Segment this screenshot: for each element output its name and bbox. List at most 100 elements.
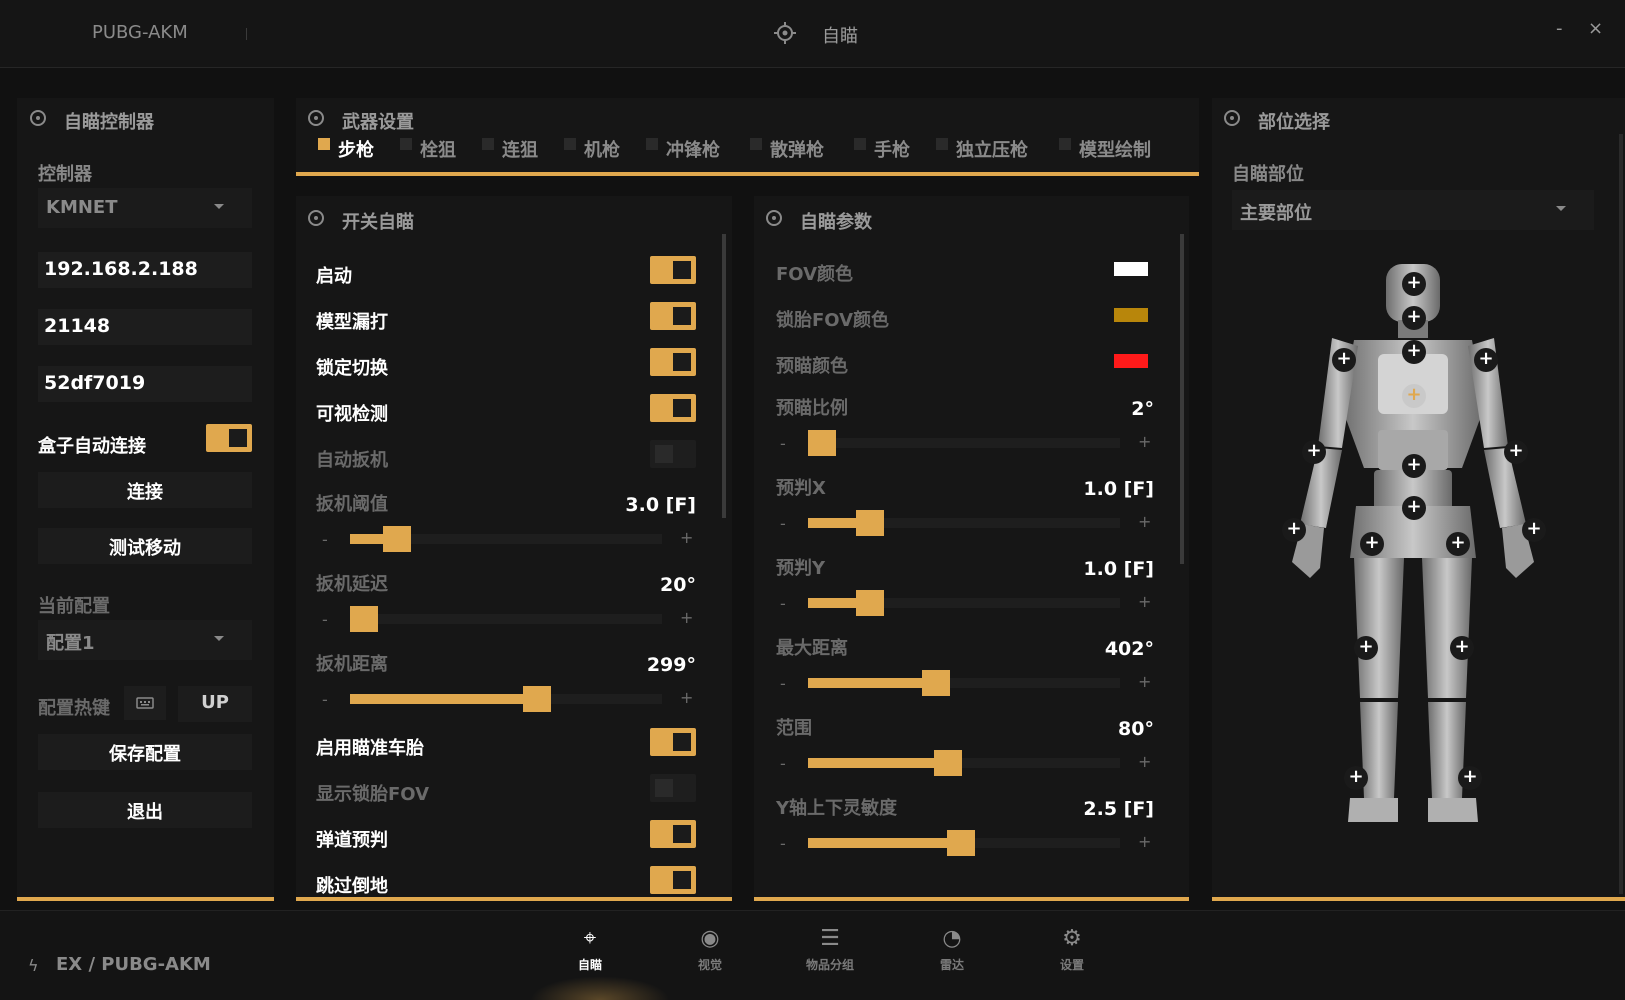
- color-swatch[interactable]: [1114, 308, 1148, 322]
- switch-toggle[interactable]: [650, 302, 696, 330]
- slider-track[interactable]: [350, 526, 662, 552]
- slider-thumb[interactable]: [350, 606, 378, 632]
- slider-track[interactable]: [350, 686, 662, 712]
- hitpoint-right-elbow[interactable]: +: [1504, 440, 1528, 464]
- slider-increment[interactable]: +: [1138, 752, 1151, 771]
- hitpoint-left-foot[interactable]: +: [1344, 766, 1368, 790]
- slider-track[interactable]: [808, 670, 1120, 696]
- slider-track[interactable]: [808, 590, 1120, 616]
- ip-input[interactable]: 192.168.2.188: [38, 252, 252, 288]
- slider-thumb[interactable]: [808, 430, 836, 456]
- slider-decrement[interactable]: -: [780, 754, 786, 773]
- hitpoint-pelvis[interactable]: +: [1402, 496, 1426, 520]
- slider-thumb[interactable]: [922, 670, 950, 696]
- slider-decrement[interactable]: -: [322, 530, 328, 549]
- slider-thumb[interactable]: [856, 510, 884, 536]
- controller-select[interactable]: KMNET: [38, 188, 252, 228]
- slider-decrement[interactable]: -: [780, 434, 786, 453]
- slider-track[interactable]: [808, 510, 1120, 536]
- switch-toggle[interactable]: [650, 348, 696, 376]
- slider-increment[interactable]: +: [1138, 832, 1151, 851]
- nav-item[interactable]: ⚙ 设置: [1027, 926, 1117, 973]
- slider-fill: [350, 694, 537, 704]
- hitpoint-head-top[interactable]: +: [1402, 272, 1426, 296]
- switches-scrollbar[interactable]: [722, 234, 726, 518]
- hotkey-picker[interactable]: [124, 686, 166, 720]
- switch-toggle[interactable]: [650, 394, 696, 422]
- nav-item[interactable]: ◉ 视觉: [665, 926, 755, 973]
- slider-decrement[interactable]: -: [322, 610, 328, 629]
- close-button[interactable]: ×: [1588, 18, 1603, 39]
- hitpoint-right-foot[interactable]: +: [1458, 766, 1482, 790]
- tabs-accent-bar: [296, 172, 1199, 176]
- nav-item[interactable]: ⌖ 自瞄: [545, 926, 635, 973]
- hitpoint-right-hand[interactable]: +: [1522, 518, 1546, 542]
- port-input[interactable]: 21148: [38, 309, 252, 345]
- slider-decrement[interactable]: -: [322, 690, 328, 709]
- color-swatch[interactable]: [1114, 354, 1148, 368]
- slider-thumb[interactable]: [947, 830, 975, 856]
- slider-decrement[interactable]: -: [780, 674, 786, 693]
- config-select[interactable]: 配置1: [38, 620, 252, 660]
- slider-decrement[interactable]: -: [780, 834, 786, 853]
- hitpoint-chest[interactable]: +: [1402, 384, 1426, 408]
- slider-increment[interactable]: +: [680, 608, 693, 627]
- hitpoint-stomach[interactable]: +: [1402, 454, 1426, 478]
- auto-connect-toggle[interactable]: [206, 424, 252, 452]
- slider-increment[interactable]: +: [1138, 512, 1151, 531]
- slider-increment[interactable]: +: [680, 528, 693, 547]
- hitpoint-left-hip[interactable]: +: [1360, 532, 1384, 556]
- slider-thumb[interactable]: [856, 590, 884, 616]
- slider-track[interactable]: [808, 830, 1120, 856]
- nav-item[interactable]: ☰ 物品分组: [785, 926, 875, 973]
- hitpoint-right-hip[interactable]: +: [1446, 532, 1470, 556]
- slider-increment[interactable]: +: [1138, 432, 1151, 451]
- switch-toggle[interactable]: [650, 820, 696, 848]
- tab-checkbox: [400, 138, 412, 150]
- switch-toggle[interactable]: [650, 728, 696, 756]
- hitpoint-right-knee[interactable]: +: [1450, 636, 1474, 660]
- nav-label: 自瞄: [577, 958, 602, 972]
- weapon-tab-label: 栓狙: [420, 140, 456, 161]
- hotkey-value-button[interactable]: UP: [178, 686, 252, 722]
- chevron-down-icon: [214, 636, 224, 641]
- color-swatch[interactable]: [1114, 262, 1148, 276]
- slider-increment[interactable]: +: [1138, 592, 1151, 611]
- body-part-select[interactable]: 主要部位: [1232, 190, 1594, 230]
- hitpoint-left-shoulder[interactable]: +: [1332, 348, 1356, 372]
- slider-track[interactable]: [808, 430, 1120, 456]
- minimize-button[interactable]: -: [1556, 18, 1563, 39]
- slider-thumb[interactable]: [383, 526, 411, 552]
- hitpoint-right-shoulder[interactable]: +: [1474, 348, 1498, 372]
- body-panel-scrollbar[interactable]: [1619, 134, 1623, 894]
- uuid-input[interactable]: 52df7019: [38, 366, 252, 402]
- hitpoint-head[interactable]: +: [1402, 306, 1426, 330]
- params-scrollbar[interactable]: [1180, 234, 1184, 564]
- weapon-tab-label: 独立压枪: [956, 140, 1028, 161]
- save-config-button[interactable]: 保存配置: [38, 734, 252, 770]
- slider-track[interactable]: [350, 606, 662, 632]
- slider-decrement[interactable]: -: [780, 594, 786, 613]
- slider-increment[interactable]: +: [680, 688, 693, 707]
- test-move-button[interactable]: 测试移动: [38, 528, 252, 564]
- hitpoint-neck[interactable]: +: [1402, 340, 1426, 364]
- slider-track[interactable]: [808, 750, 1120, 776]
- slider-thumb[interactable]: [934, 750, 962, 776]
- nav-label: 物品分组: [805, 958, 854, 972]
- slider-value: 402°: [1104, 638, 1154, 660]
- hitpoint-left-elbow[interactable]: +: [1302, 440, 1326, 464]
- switch-toggle[interactable]: [650, 866, 696, 894]
- nav-item[interactable]: ◔ 雷达: [907, 926, 997, 973]
- exit-button[interactable]: 退出: [38, 792, 252, 828]
- switch-toggle[interactable]: [650, 440, 696, 468]
- slider-decrement[interactable]: -: [780, 514, 786, 533]
- switch-label: 跳过倒地: [316, 876, 388, 897]
- hitpoint-left-hand[interactable]: +: [1282, 518, 1306, 542]
- switch-toggle[interactable]: [650, 256, 696, 284]
- slider-fill: [808, 678, 936, 688]
- hitpoint-left-knee[interactable]: +: [1354, 636, 1378, 660]
- switch-toggle[interactable]: [650, 774, 696, 802]
- slider-thumb[interactable]: [523, 686, 551, 712]
- slider-increment[interactable]: +: [1138, 672, 1151, 691]
- connect-button[interactable]: 连接: [38, 472, 252, 508]
